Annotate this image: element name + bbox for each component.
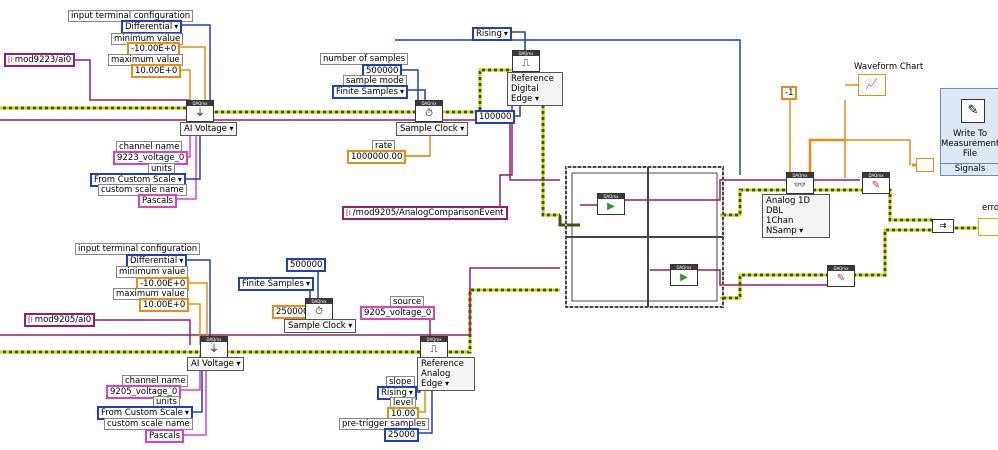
play-icon: ▶ — [680, 272, 688, 283]
const-custom-scale-bottom[interactable]: Pascals — [145, 429, 185, 443]
polymorph-sample-clock-bottom[interactable]: Sample Clock — [284, 319, 357, 333]
glasses-icon: 👓 — [793, 180, 807, 191]
merge-errors-node[interactable]: ⇉ — [932, 219, 954, 233]
polymorph-ai-voltage-bottom[interactable]: AI Voltage — [187, 357, 245, 371]
merge-signals-node[interactable] — [916, 158, 934, 172]
block-diagram: input terminal configuration Differentia… — [0, 0, 998, 450]
task-wire-right2 — [720, 226, 978, 300]
polymorph-sample-clock-top[interactable]: Sample Clock — [396, 122, 469, 136]
timing-vi-top[interactable]: DAQmx ⏱ — [415, 100, 443, 122]
enum-sample-mode[interactable]: Finite Samples — [332, 85, 408, 99]
write-measurement-file-express-vi[interactable]: ✎ Write To Measurement File Signals — [940, 88, 998, 176]
polymorph-reference-digital-edge[interactable]: Reference Digital Edge — [507, 72, 563, 106]
flat-sequence-frame — [565, 166, 724, 308]
const-source[interactable]: 9205_voltage_0 — [360, 306, 436, 320]
polymorph-reference-analog-edge[interactable]: Reference Analog Edge — [417, 357, 475, 391]
const-minus-one[interactable]: -1 — [781, 86, 798, 100]
const-custom-scale[interactable]: Pascals — [138, 194, 178, 208]
eraser-icon: ✎ — [836, 273, 846, 284]
clock-icon: ⏱ — [425, 108, 433, 119]
voltage-icon: ⏚ — [209, 344, 219, 355]
const-maximum-value-bottom[interactable]: 10.00E+0 — [139, 298, 190, 312]
enum-rising-top[interactable]: Rising — [472, 27, 512, 41]
clock-icon: ⏱ — [315, 306, 323, 317]
start-task-vi-top[interactable]: DAQmx ▶ — [597, 193, 625, 215]
trigger-source-constant[interactable]: ⁅I/mod9205/AnalogComparisonEvent — [342, 206, 508, 220]
const-rate[interactable]: 1000000.00 — [347, 150, 407, 164]
channel-constant-top[interactable]: ⁅I mod9223/ai0 — [4, 53, 76, 67]
trigger-vi-top[interactable]: DAQmx ⎍ — [512, 50, 540, 72]
waveform-chart-terminal[interactable]: 📈 — [858, 74, 886, 96]
start-task-vi-bottom[interactable]: DAQmx ▶ — [670, 264, 698, 286]
chart-icon: 📈 — [865, 79, 879, 90]
clear-task-vi-bottom[interactable]: DAQmx ✎ — [827, 265, 855, 287]
signals-terminal[interactable]: Signals — [941, 163, 998, 175]
notepad-icon: ✎ — [961, 99, 985, 123]
const-samples-bottom[interactable]: 500000 — [286, 258, 327, 272]
trigger-vi-bottom[interactable]: DAQmx ⎍ — [420, 336, 448, 358]
clear-task-vi-top[interactable]: DAQmx ✎ — [862, 172, 890, 194]
task-wire-right2-b — [720, 226, 978, 300]
voltage-icon: ⏚ — [195, 108, 205, 119]
label-waveform-chart: Waveform Chart — [852, 62, 926, 72]
edge-icon: ⎍ — [522, 58, 530, 69]
const-maximum-value[interactable]: 10.00E+0 — [131, 64, 182, 78]
enum-sample-mode-bottom[interactable]: Finite Samples — [238, 277, 314, 291]
edge-icon: ⎍ — [430, 344, 438, 355]
create-channel-vi-top[interactable]: DAQmx ⏚ — [186, 100, 214, 122]
channel-constant-bottom[interactable]: ⁅I mod9205/ai0 — [24, 313, 96, 327]
const-pretrigger-top[interactable]: 100000 — [475, 110, 516, 124]
merge-icon: ⇉ — [939, 221, 947, 230]
write-file-title: Write To Measurement File — [941, 129, 998, 159]
data-wire — [808, 138, 845, 185]
const-pretrigger-bottom[interactable]: 25000 — [384, 428, 420, 442]
create-channel-vi-bottom[interactable]: DAQmx ⏚ — [200, 336, 228, 358]
error-out-terminal[interactable] — [978, 218, 998, 236]
label-error-out: error o — [980, 203, 998, 213]
enum-differential[interactable]: Differential — [121, 20, 183, 34]
polymorph-ai-voltage-top[interactable]: AI Voltage — [180, 122, 238, 136]
timing-vi-bottom[interactable]: DAQmx ⏱ — [305, 298, 333, 320]
eraser-icon: ✎ — [871, 180, 881, 191]
polymorph-read[interactable]: Analog 1D DBL 1Chan NSamp — [762, 194, 830, 238]
play-icon: ▶ — [607, 201, 615, 212]
read-vi[interactable]: DAQmx 👓 — [786, 172, 814, 194]
